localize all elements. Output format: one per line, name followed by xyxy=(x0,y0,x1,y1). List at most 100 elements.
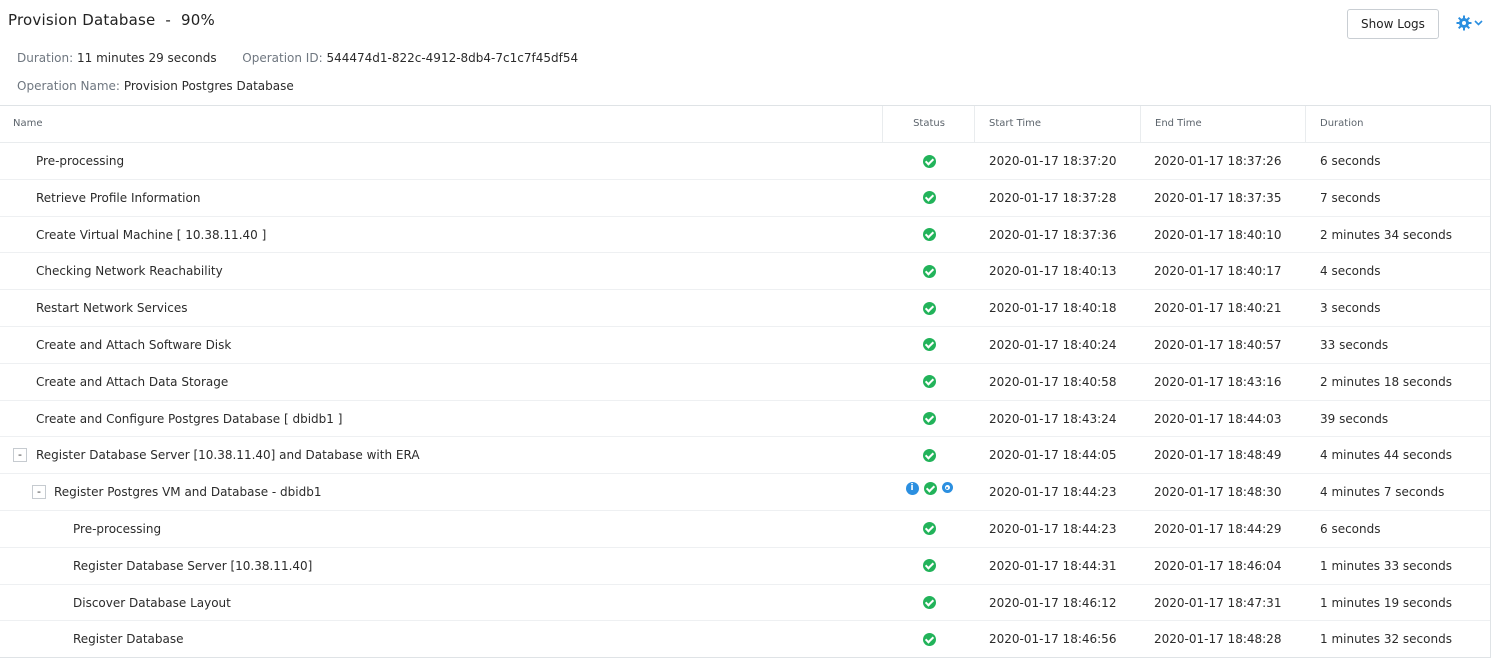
end-time: 2020-01-17 18:40:17 xyxy=(1154,264,1282,279)
status-cell xyxy=(883,290,975,326)
column-header-name[interactable]: Name xyxy=(13,106,43,142)
step-name: Pre-processing xyxy=(36,154,125,168)
duration: 6 seconds xyxy=(1320,154,1381,168)
start-time: 2020-01-17 18:37:36 xyxy=(989,227,1117,242)
start-time: 2020-01-17 18:37:28 xyxy=(989,190,1117,205)
start-time: 2020-01-17 18:44:23 xyxy=(989,485,1117,500)
table-body: Pre-processing 2020-01-17 18:37:20 2020-… xyxy=(0,143,1490,658)
duration: 2 minutes 18 seconds xyxy=(1320,374,1452,389)
table-row[interactable]: Pre-processing 2020-01-17 18:44:23 2020-… xyxy=(0,511,1490,548)
duration: 4 seconds xyxy=(1320,264,1381,279)
status-cell xyxy=(883,585,975,621)
success-check-icon xyxy=(922,228,936,242)
success-check-icon xyxy=(922,596,936,610)
page-title: Provision Database - 90% xyxy=(8,11,215,29)
start-time: 2020-01-17 18:44:31 xyxy=(989,558,1117,573)
success-check-icon xyxy=(922,338,936,352)
end-time: 2020-01-17 18:37:35 xyxy=(1154,190,1282,205)
status-cell xyxy=(883,437,975,473)
step-name: Create Virtual Machine [ 10.38.11.40 ] xyxy=(36,227,267,242)
end-time: 2020-01-17 18:48:28 xyxy=(1154,632,1282,647)
step-name: Pre-processing xyxy=(73,521,162,536)
duration: 4 minutes 44 seconds xyxy=(1320,448,1452,463)
column-header-end-time[interactable]: End Time xyxy=(1140,106,1306,142)
settings-menu[interactable] xyxy=(1456,12,1484,34)
table-row[interactable]: Retrieve Profile Information 2020-01-17 … xyxy=(0,180,1490,217)
column-header-start-time[interactable]: Start Time xyxy=(974,106,1140,142)
step-name: Retrieve Profile Information xyxy=(36,190,201,205)
end-time: 2020-01-17 18:37:26 xyxy=(1154,154,1282,168)
gear-icon xyxy=(1456,15,1472,31)
status-cell xyxy=(883,401,975,437)
table-row[interactable]: Checking Network Reachability 2020-01-17… xyxy=(0,253,1490,291)
step-name: Register Database Server [10.38.11.40] xyxy=(73,558,313,573)
duration-value: 11 minutes 29 seconds xyxy=(77,51,217,65)
operation-name-row: Operation Name: Provision Postgres Datab… xyxy=(17,79,294,93)
table-row[interactable]: - Register Postgres VM and Database - db… xyxy=(0,474,1490,511)
collapse-toggle[interactable]: - xyxy=(13,448,27,463)
end-time: 2020-01-17 18:44:29 xyxy=(1154,521,1282,536)
status-cell xyxy=(883,327,975,363)
column-header-status[interactable]: Status xyxy=(882,106,975,142)
start-time: 2020-01-17 18:46:56 xyxy=(989,632,1117,647)
end-time: 2020-01-17 18:40:21 xyxy=(1154,301,1282,316)
success-check-icon xyxy=(922,559,936,573)
duration: 39 seconds xyxy=(1320,411,1389,426)
table-row[interactable]: Pre-processing 2020-01-17 18:37:20 2020-… xyxy=(0,143,1490,180)
success-check-icon xyxy=(922,301,936,315)
step-name: Checking Network Reachability xyxy=(36,264,223,279)
step-name: Create and Attach Data Storage xyxy=(36,374,229,389)
step-name: Restart Network Services xyxy=(36,301,188,316)
end-time: 2020-01-17 18:47:31 xyxy=(1154,595,1282,610)
success-check-icon xyxy=(922,375,936,389)
show-logs-button[interactable]: Show Logs xyxy=(1347,9,1439,39)
table-row[interactable]: Create Virtual Machine [ 10.38.11.40 ] 2… xyxy=(0,217,1490,254)
success-check-icon xyxy=(922,448,936,462)
chevron-down-icon xyxy=(1474,20,1483,26)
duration: 2 minutes 34 seconds xyxy=(1320,227,1452,242)
end-time: 2020-01-17 18:40:10 xyxy=(1154,227,1282,242)
table-row[interactable]: Register Database 2020-01-17 18:46:56 20… xyxy=(0,621,1490,658)
success-check-icon xyxy=(922,264,936,278)
table-row[interactable]: Create and Configure Postgres Database [… xyxy=(0,401,1490,438)
status-cell xyxy=(883,511,975,547)
status-cell xyxy=(883,143,975,179)
table-row[interactable]: Restart Network Services 2020-01-17 18:4… xyxy=(0,290,1490,327)
step-name: Create and Attach Software Disk xyxy=(36,337,232,352)
start-time: 2020-01-17 18:44:23 xyxy=(989,521,1117,536)
duration: 1 minutes 19 seconds xyxy=(1320,595,1452,610)
end-time: 2020-01-17 18:44:03 xyxy=(1154,411,1282,426)
operation-id-label: Operation ID: xyxy=(242,51,323,65)
end-time: 2020-01-17 18:40:57 xyxy=(1154,337,1282,352)
end-time: 2020-01-17 18:48:30 xyxy=(1154,485,1282,500)
status-cell xyxy=(883,548,975,584)
collapse-toggle[interactable]: - xyxy=(32,485,46,500)
view-eye-icon[interactable] xyxy=(941,482,953,494)
start-time: 2020-01-17 18:40:18 xyxy=(989,301,1117,316)
table-row[interactable]: - Register Database Server [10.38.11.40]… xyxy=(0,437,1490,475)
operation-name-label: Operation Name: xyxy=(17,79,120,93)
start-time: 2020-01-17 18:40:58 xyxy=(989,374,1117,389)
step-name: Create and Configure Postgres Database [… xyxy=(36,411,343,426)
duration: 4 minutes 7 seconds xyxy=(1320,485,1445,500)
status-cell xyxy=(883,180,975,216)
column-header-duration[interactable]: Duration xyxy=(1305,106,1490,142)
table-row[interactable]: Discover Database Layout 2020-01-17 18:4… xyxy=(0,585,1490,622)
info-icon[interactable]: i xyxy=(905,482,919,496)
duration-label: Duration: xyxy=(17,51,74,65)
end-time: 2020-01-17 18:43:16 xyxy=(1154,374,1282,389)
status-cell xyxy=(883,621,975,657)
success-check-icon xyxy=(922,154,936,168)
table-row[interactable]: Create and Attach Data Storage 2020-01-1… xyxy=(0,364,1490,401)
table-row[interactable]: Register Database Server [10.38.11.40] 2… xyxy=(0,548,1490,585)
operation-steps-table: Name Status Start Time End Time Duration… xyxy=(0,105,1491,658)
status-cell xyxy=(883,253,975,289)
step-name: Discover Database Layout xyxy=(73,595,231,610)
success-check-icon xyxy=(922,412,936,426)
table-row[interactable]: Create and Attach Software Disk 2020-01-… xyxy=(0,327,1490,364)
step-name: Register Database Server [10.38.11.40] a… xyxy=(36,448,420,463)
table-header: Name Status Start Time End Time Duration xyxy=(0,106,1490,143)
success-check-icon xyxy=(923,482,937,496)
start-time: 2020-01-17 18:44:05 xyxy=(989,448,1117,463)
success-check-icon xyxy=(922,522,936,536)
